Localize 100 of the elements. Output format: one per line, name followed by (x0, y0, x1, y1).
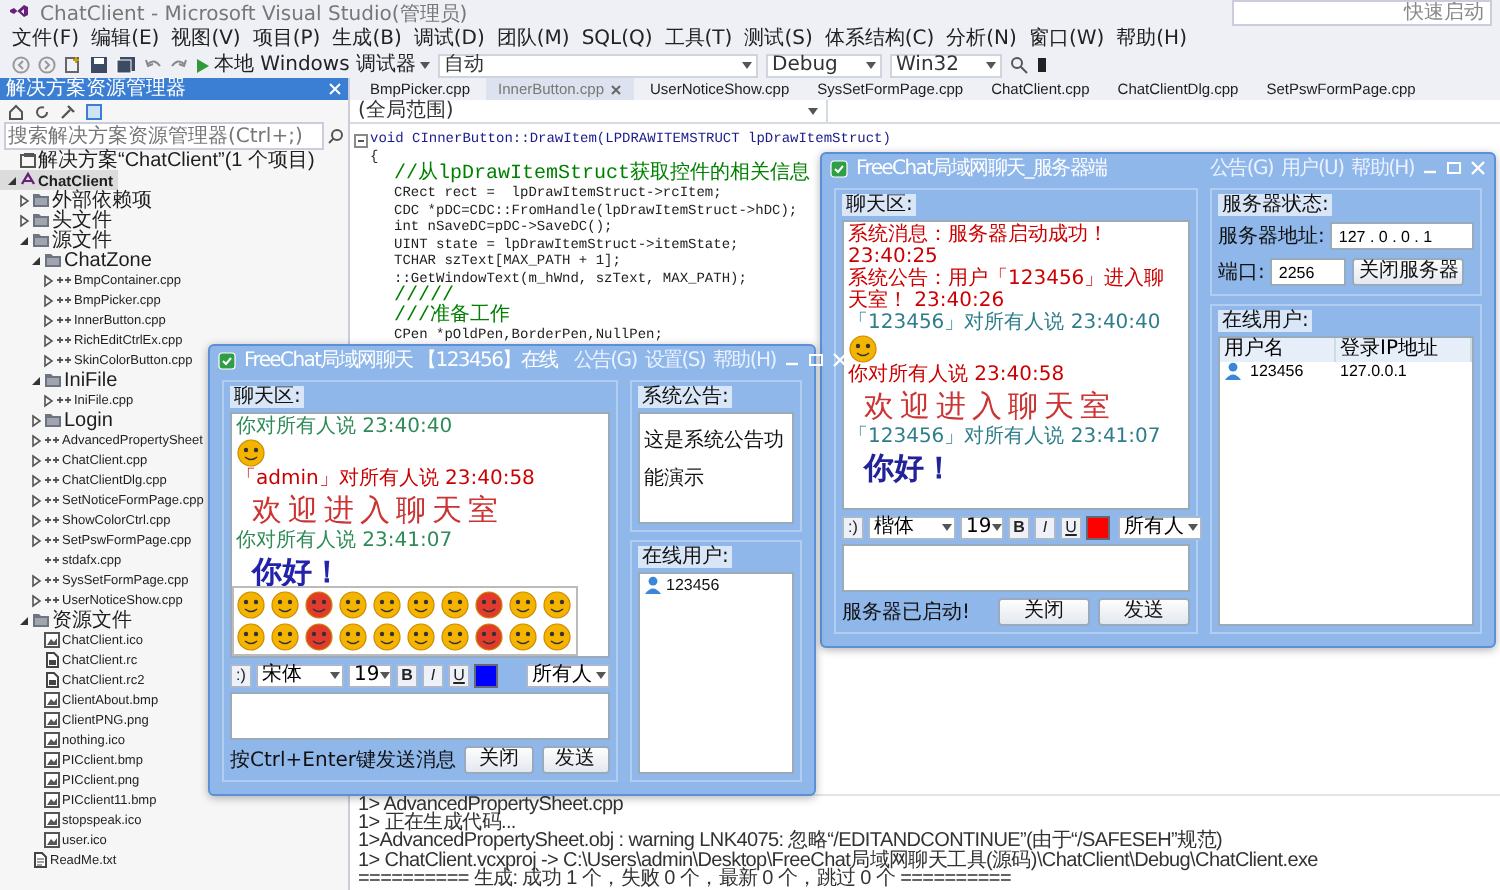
collapsed-arrow-icon[interactable] (42, 293, 54, 307)
bold-button[interactable]: B (1008, 515, 1030, 539)
collapsed-arrow-icon[interactable] (30, 413, 42, 427)
emoticon-icon (848, 334, 878, 364)
caret-icon (596, 671, 606, 679)
recipient-select[interactable]: 所有人 (526, 663, 610, 687)
font-select[interactable]: 楷体 (868, 515, 956, 539)
menu-item[interactable]: 工具(T) (664, 26, 733, 52)
scope-dropdown[interactable]: (全局范围) (350, 100, 828, 122)
menu-item[interactable]: 团队(M) (496, 26, 570, 52)
collapsed-arrow-icon[interactable] (42, 353, 54, 367)
collapsed-arrow-icon[interactable] (42, 333, 54, 347)
font-select[interactable]: 宋体 (256, 663, 344, 687)
expanded-arrow-icon[interactable] (18, 613, 30, 627)
collapse-icon[interactable] (354, 133, 368, 148)
tree-item[interactable]: IniFile (0, 370, 122, 390)
start-debugging-button[interactable]: 本地 Windows 调试器 (196, 53, 430, 77)
collapsed-arrow-icon[interactable] (30, 453, 42, 467)
expanded-arrow-icon[interactable] (6, 173, 18, 187)
expanded-arrow-icon[interactable] (30, 373, 42, 387)
italic-button[interactable]: I (422, 663, 444, 687)
emoticon-button[interactable]: :) (842, 515, 864, 539)
menu-item[interactable]: 分析(N) (946, 26, 1017, 52)
menu-item[interactable]: 测试(S) (744, 26, 813, 52)
save-icon[interactable] (90, 56, 108, 74)
folder-icon (32, 612, 50, 628)
ip-address-field[interactable]: 127 . 0 . 0 . 1 (1330, 222, 1474, 250)
bold-button[interactable]: B (396, 663, 418, 687)
cpp-file-icon (56, 272, 72, 288)
recipient-select[interactable]: 所有人 (1118, 515, 1202, 539)
font-color-swatch[interactable] (474, 663, 498, 687)
platform-dropdown[interactable]: Win32 (890, 53, 1002, 77)
close-dialog-button[interactable]: 关闭 (998, 597, 1090, 625)
message-input[interactable] (842, 544, 1190, 592)
configuration-dropdown[interactable]: Debug (766, 53, 882, 77)
find-icon[interactable] (1010, 56, 1028, 74)
new-project-icon[interactable] (64, 56, 82, 74)
user-name[interactable]: 123456 (666, 576, 720, 594)
menu-item[interactable]: 调试(D) (413, 26, 485, 52)
menu-item[interactable]: 视图(V) (171, 26, 241, 52)
code-line: ///准备工作 (392, 308, 511, 328)
tree-item[interactable]: 外部依赖项 (0, 190, 156, 210)
menu-item[interactable]: 体系结构(C) (824, 26, 935, 52)
tree-item[interactable]: 解决方案“ChatClient”(1 个项目) (0, 150, 319, 170)
chat-message: 欢迎进入聊天室 (862, 386, 1116, 425)
collapsed-arrow-icon[interactable] (18, 213, 30, 227)
send-button[interactable]: 发送 (1098, 597, 1190, 625)
home-icon[interactable] (8, 103, 24, 119)
collapsed-arrow-icon[interactable] (18, 193, 30, 207)
menu-item[interactable]: 项目(P) (252, 26, 321, 52)
column-header: 登录IP地址 (1336, 338, 1472, 362)
collapsed-arrow-icon[interactable] (42, 313, 54, 327)
tree-item[interactable]: 头文件 (0, 210, 116, 230)
emoticon-icon (474, 590, 504, 620)
size-select[interactable]: 19 (960, 515, 1004, 539)
chat-message: 欢迎进入聊天室 (250, 490, 504, 529)
collapsed-arrow-icon[interactable] (30, 533, 42, 547)
stop-server-button[interactable]: 关闭服务器 (1352, 258, 1465, 286)
emoticon-button[interactable]: :) (230, 663, 252, 687)
close-icon[interactable] (610, 83, 622, 95)
collapsed-arrow-icon[interactable] (30, 493, 42, 507)
collapsed-arrow-icon[interactable] (30, 573, 42, 587)
emoticon-icon (372, 622, 402, 652)
menu-item[interactable]: 帮助(H) (1116, 26, 1187, 52)
collapsed-arrow-icon[interactable] (30, 593, 42, 607)
menu-item[interactable]: 生成(B) (332, 26, 402, 52)
tree-item[interactable]: 源文件 (0, 230, 116, 250)
tree-item[interactable]: ChatZone (0, 250, 156, 270)
tree-item[interactable]: Login (0, 410, 117, 430)
refresh-icon[interactable] (34, 103, 50, 119)
collapsed-arrow-icon[interactable] (30, 473, 42, 487)
menu-item[interactable]: 窗口(W) (1028, 26, 1105, 52)
size-select[interactable]: 19 (348, 663, 392, 687)
message-input[interactable] (230, 692, 610, 740)
font-color-swatch[interactable] (1086, 515, 1110, 539)
underline-button[interactable]: U (448, 663, 470, 687)
collapsed-arrow-icon[interactable] (30, 513, 42, 527)
menu-item[interactable]: 编辑(E) (91, 26, 160, 52)
expanded-arrow-icon[interactable] (18, 233, 30, 247)
underline-button[interactable]: U (1060, 515, 1082, 539)
italic-button[interactable]: I (1034, 515, 1056, 539)
expanded-arrow-icon[interactable] (30, 253, 42, 267)
save-all-icon[interactable] (116, 56, 136, 74)
menu-item[interactable]: SQL(Q) (581, 26, 653, 52)
tree-item[interactable]: 资源文件 (0, 610, 136, 630)
caret-icon (986, 61, 996, 69)
launch-dropdown[interactable]: 自动 (438, 53, 758, 77)
cpp-file-icon (56, 392, 72, 408)
menu-item[interactable]: 文件(F) (12, 26, 80, 52)
maximize-icon[interactable] (807, 352, 824, 368)
chat-message-header: 系统公告：用户「123456」进入聊天室！ 23:40:26 (848, 268, 1167, 312)
collapsed-arrow-icon[interactable] (42, 393, 54, 407)
caret-icon (991, 523, 1002, 531)
send-button[interactable]: 发送 (541, 745, 610, 773)
search-field[interactable]: 搜索解决方案资源管理器(Ctrl+;) (4, 122, 324, 150)
show-all-files-icon[interactable] (86, 103, 102, 119)
port-field[interactable]: 2256 (1270, 258, 1347, 286)
collapsed-arrow-icon[interactable] (30, 433, 42, 447)
close-dialog-button[interactable]: 关闭 (464, 745, 533, 773)
collapsed-arrow-icon[interactable] (42, 273, 54, 287)
